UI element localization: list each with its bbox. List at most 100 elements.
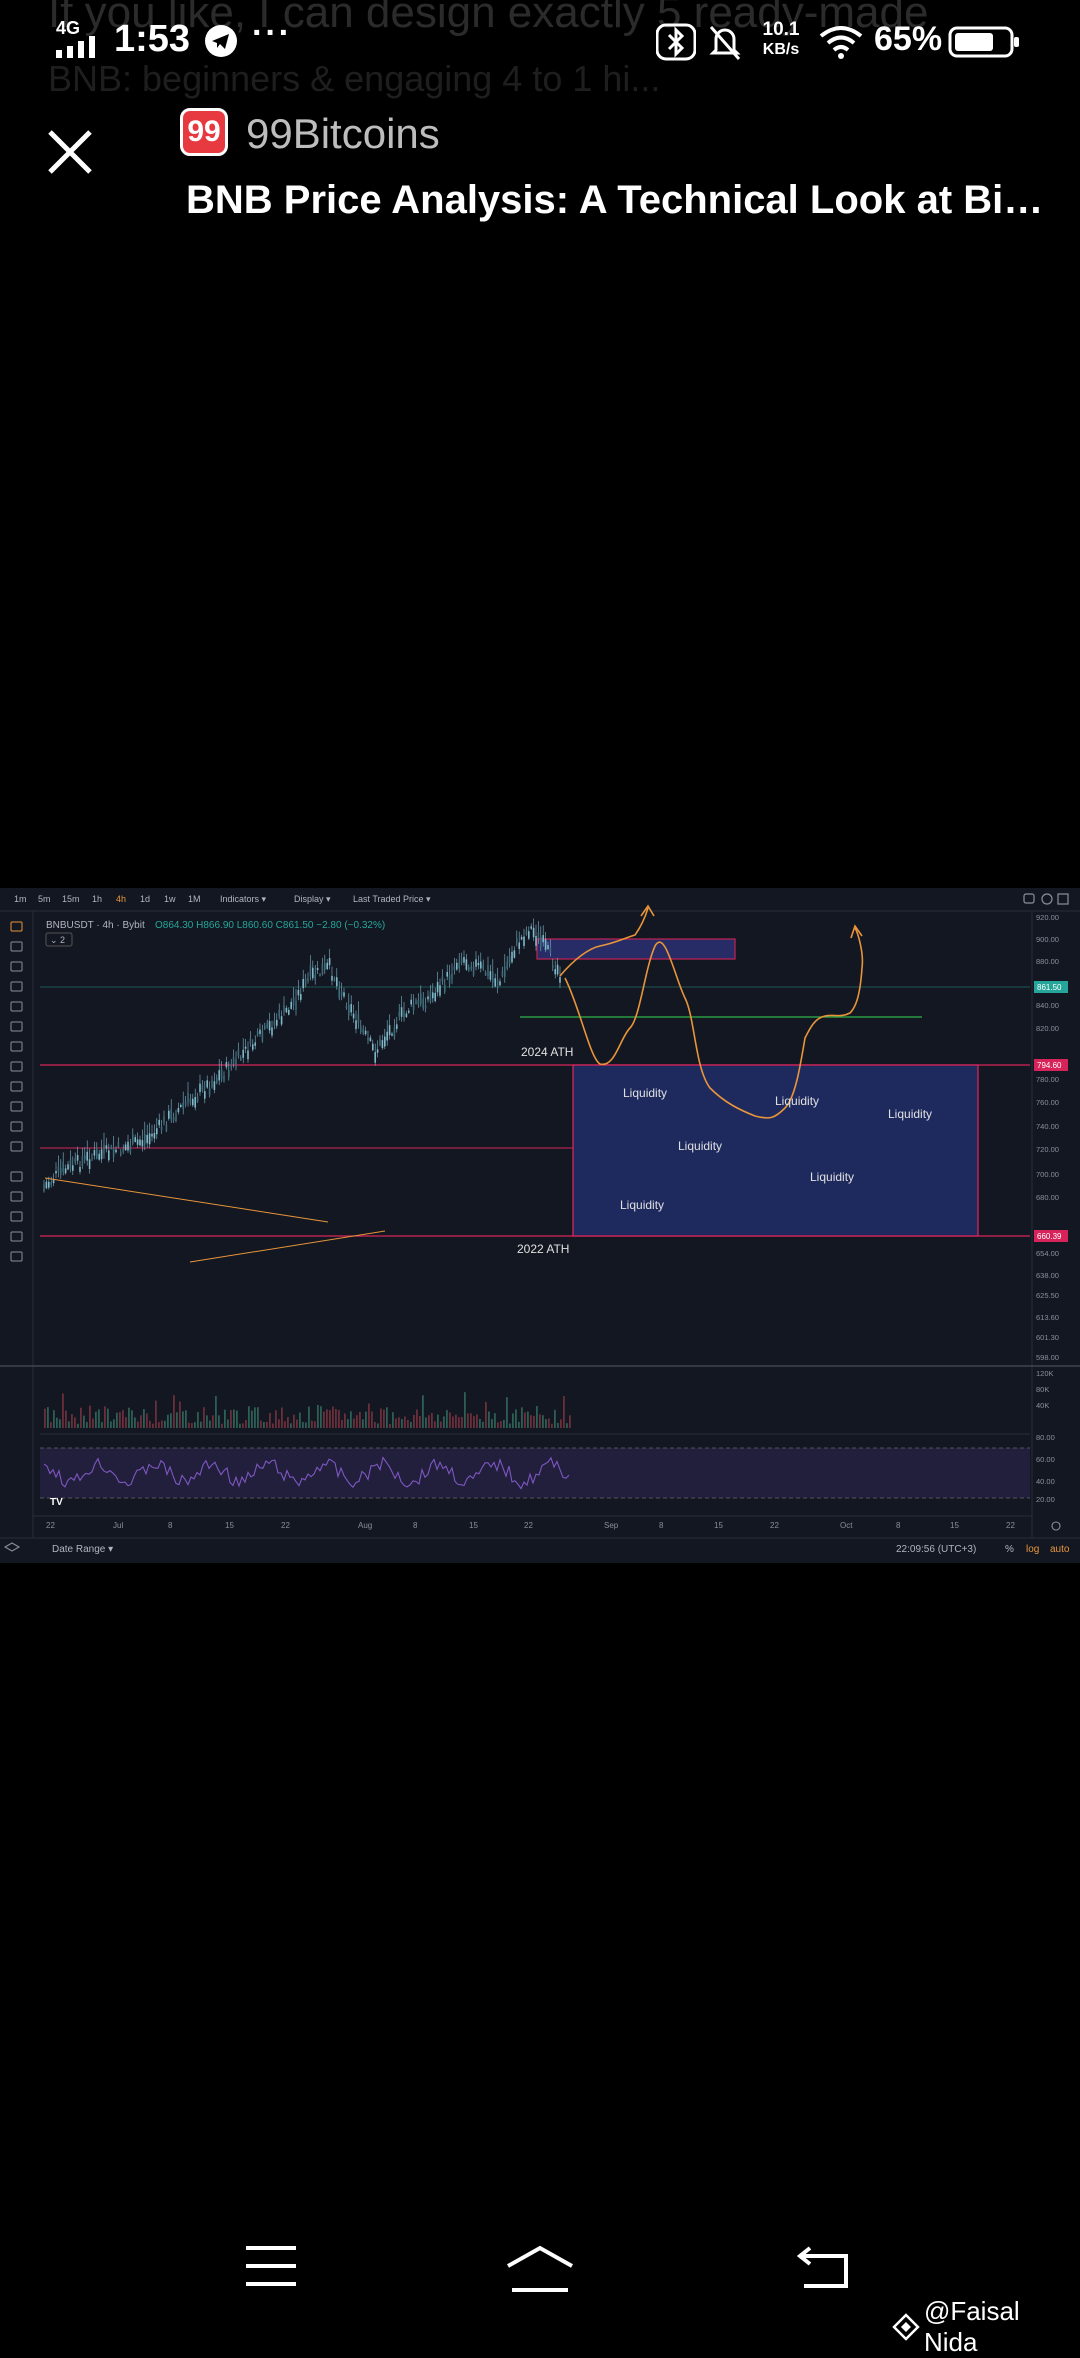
volume-bar [311,1420,313,1428]
volume-bar [257,1407,259,1428]
volume-bar [197,1412,199,1428]
percent-toggle[interactable]: % [1005,1544,1014,1555]
back-nav-button[interactable] [796,2244,852,2290]
candle-body [489,971,492,980]
close-button[interactable] [44,126,96,178]
candle-body [136,1139,139,1145]
fib-tool-icon[interactable] [10,961,23,972]
volume-tick: 80K [1036,1385,1049,1394]
volume-bar [347,1419,349,1428]
pencil-tool-icon[interactable] [10,1001,23,1012]
candle-body [475,959,477,967]
candle-body [177,1107,180,1113]
crosshair-tool-icon[interactable] [10,921,23,932]
candle-body [187,1093,189,1102]
price-tick: 780.00 [1036,1075,1059,1084]
candle-body [57,1166,60,1173]
volume-bar [506,1397,508,1428]
date-range-button[interactable]: Date Range ▾ [52,1544,113,1555]
timeframe-15m[interactable]: 15m [62,894,80,904]
timeframe-5m[interactable]: 5m [38,894,51,904]
auto-toggle[interactable]: auto [1050,1544,1070,1555]
chart-menu-2[interactable]: Last Traded Price ▾ [353,894,431,904]
timeframe-1d[interactable]: 1d [140,894,150,904]
text-tool-icon[interactable] [10,1021,23,1032]
rsi-band [40,1448,1030,1498]
trash-tool-icon[interactable] [10,1251,23,1262]
candle-body [307,977,309,981]
volume-bar [191,1423,193,1428]
volume-bar [173,1395,175,1428]
volume-bar [86,1422,88,1428]
candle-body [379,1038,381,1046]
menu-nav-button[interactable] [244,2244,298,2288]
pattern-tool-icon[interactable] [10,1041,23,1052]
volume-bar [170,1413,172,1428]
clock: 1:53 [114,18,191,60]
price-tick: 700.00 [1036,1170,1059,1179]
timeframe-1M[interactable]: 1M [188,894,201,904]
time-tick: 22 [524,1521,533,1530]
volume-bar [113,1419,115,1428]
volume-bar [335,1408,337,1428]
ruler-tool-icon[interactable] [10,1121,23,1132]
candle-body [117,1141,120,1147]
price-tick: 638.00 [1036,1271,1059,1280]
candle-body [487,965,489,977]
source-name[interactable]: 99Bitcoins [246,110,440,158]
candle-body [333,978,336,981]
eye-tool-icon[interactable] [10,1231,23,1242]
candle-body [439,985,441,996]
candle-body [146,1134,148,1144]
chart-menu-1[interactable]: Display ▾ [294,894,331,904]
volume-bar [482,1421,484,1428]
timeframe-1h[interactable]: 1h [92,894,102,904]
trendline-tool-icon[interactable] [10,941,23,952]
brush-tool-icon[interactable] [10,981,23,992]
candle-body [144,1134,146,1145]
price-tick: 720.00 [1036,1145,1059,1154]
rsi-tick: 60.00 [1036,1455,1055,1464]
candle-body [451,973,453,980]
candle-body [148,1133,151,1145]
candle-body [338,987,340,998]
chart-image[interactable]: 1m 5m 15m 1h 4h 1d 1w 1M Indicators ▾ Display ▾ L… [0,888,1080,1563]
axis-settings-icon[interactable] [1051,1521,1061,1531]
volume-bar [461,1416,463,1428]
volume-bar [350,1411,352,1428]
article-title[interactable]: BNB Price Analysis: A Technical Look at … [186,178,1046,223]
candle-body [276,1019,278,1026]
layers-icon[interactable] [3,1542,21,1552]
volume-bar [269,1413,271,1428]
lock-draw-tool-icon[interactable] [10,1191,23,1202]
candle-body [396,1024,398,1029]
timeframe-1w[interactable]: 1w [164,894,176,904]
volume-bar [320,1406,322,1428]
volume-bar [230,1410,232,1428]
candle-body [175,1114,177,1122]
timeframe-4h[interactable]: 4h [116,894,126,904]
home-nav-button[interactable] [504,2244,576,2294]
zoom-tool-icon[interactable] [10,1141,23,1152]
timeframe-1m[interactable]: 1m [14,894,27,904]
label-liquidity-1: Liquidity [623,1086,667,1100]
volume-bar [293,1414,295,1428]
volume-bar [398,1417,400,1428]
candle-body [345,1006,348,1009]
source-logo[interactable]: 99 [180,108,228,156]
candle-body [280,1016,283,1025]
volume-bar [515,1409,517,1428]
volume-bar [50,1422,52,1428]
log-toggle[interactable]: log [1026,1544,1039,1555]
ruler-tool-tool-icon[interactable] [10,1061,23,1072]
candle-body [453,966,456,971]
candle-body [518,942,520,949]
lock-tool-icon[interactable] [10,1211,23,1222]
chart-menu-0[interactable]: Indicators ▾ [220,894,267,904]
heart-tool-icon[interactable] [10,1101,23,1112]
measure-tool-icon[interactable] [10,1081,23,1092]
candle-body [403,1010,405,1018]
candle-body [468,967,470,971]
candle-body [220,1069,223,1080]
magnet-tool-icon[interactable] [10,1171,23,1182]
